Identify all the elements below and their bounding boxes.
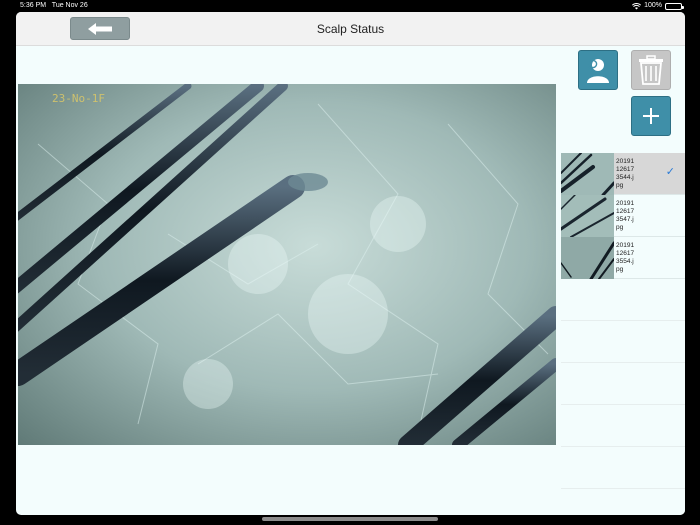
status-bar: 5:36 PM Tue Nov 26 100%: [0, 0, 700, 12]
file-thumbnail: [561, 194, 614, 237]
app-screen: Scalp Status 23-No-1F 20191 12617 3544.j…: [16, 12, 685, 515]
scalp-microscope-image: [18, 84, 556, 445]
image-date-overlay: 23-No-1F: [52, 92, 105, 105]
wifi-icon: [632, 2, 642, 9]
empty-list-row: [561, 321, 685, 363]
home-indicator[interactable]: [262, 517, 438, 521]
plus-icon: [643, 108, 659, 124]
file-thumbnail: [561, 236, 614, 279]
user-search-button[interactable]: [578, 50, 618, 90]
delete-button[interactable]: [631, 50, 671, 90]
image-file-list: 20191 12617 3544.j pg ✓ 20191 12617 3547.j pg …: [561, 152, 685, 515]
empty-list-row: [561, 363, 685, 405]
empty-list-row: [561, 279, 685, 321]
empty-list-row: [561, 447, 685, 489]
status-right: 100%: [632, 0, 684, 12]
file-name: 20191 12617 3544.j pg: [616, 157, 635, 189]
add-button[interactable]: [631, 96, 671, 136]
user-search-icon: [587, 59, 609, 83]
scalp-image-viewer[interactable]: 23-No-1F: [18, 84, 556, 445]
file-thumbnail: [561, 152, 614, 195]
trash-icon: [639, 55, 663, 85]
file-name: 20191 12617 3547.j pg: [616, 199, 635, 231]
checkmark-icon: ✓: [665, 166, 675, 178]
file-list-item[interactable]: 20191 12617 3554.j pg: [561, 236, 685, 279]
file-list-item[interactable]: 20191 12617 3547.j pg: [561, 194, 685, 237]
status-time: 5:36 PM Tue Nov 26: [20, 2, 88, 9]
file-name: 20191 12617 3554.j pg: [616, 241, 635, 273]
file-list-item[interactable]: 20191 12617 3544.j pg ✓: [561, 152, 685, 195]
empty-list-row: [561, 405, 685, 447]
navigation-bar: Scalp Status: [16, 12, 685, 46]
battery-percent: 100%: [644, 2, 662, 9]
battery-icon: [665, 2, 684, 10]
page-title: Scalp Status: [316, 22, 385, 36]
